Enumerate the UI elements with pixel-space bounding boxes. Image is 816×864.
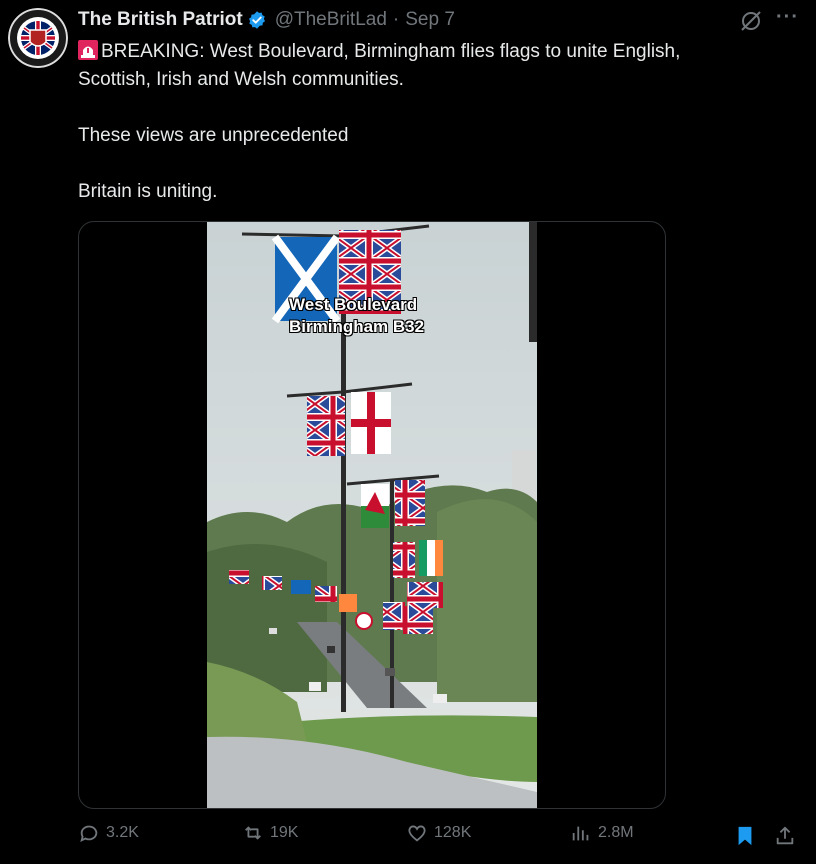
- reply-count: 3.2K: [106, 824, 139, 841]
- tweet-text: BREAKING: West Boulevard, Birmingham fli…: [78, 38, 778, 206]
- tweet-text-line-1: BREAKING: West Boulevard, Birmingham fli…: [101, 41, 681, 62]
- repost-icon: [245, 826, 261, 840]
- repost-count: 19K: [270, 824, 299, 841]
- video-overlay-line-1: West Boulevard: [289, 295, 418, 314]
- siren-icon: [78, 40, 98, 60]
- verified-badge-icon: [248, 11, 265, 29]
- video-overlay-line-2: Birmingham B32: [289, 317, 425, 336]
- more-options-button[interactable]: ···: [776, 6, 799, 29]
- like-count: 128K: [434, 824, 472, 841]
- repost-button[interactable]: 19K: [242, 822, 298, 844]
- video-overlay-caption: West Boulevard Birmingham B32: [289, 294, 424, 338]
- reply-button[interactable]: 3.2K: [78, 822, 139, 844]
- grok-icon[interactable]: [738, 8, 764, 34]
- bookmark-icon[interactable]: [734, 825, 756, 847]
- action-bar: 3.2K 19K 128K 2.8M: [78, 822, 798, 856]
- video-player[interactable]: West Boulevard Birmingham B32: [78, 221, 666, 809]
- handle[interactable]: @TheBritLad: [275, 9, 387, 31]
- reply-icon: [80, 825, 98, 843]
- tweet-header: The British Patriot @TheBritLad · Sep 7: [78, 8, 455, 32]
- tweet-text-line-2: Scottish, Irish and Welsh communities.: [78, 69, 404, 90]
- like-button[interactable]: 128K: [406, 822, 471, 844]
- display-name[interactable]: The British Patriot: [78, 9, 243, 31]
- avatar[interactable]: [8, 8, 68, 68]
- share-icon[interactable]: [774, 825, 796, 847]
- tweet-text-line-3: These views are unprecedented: [78, 125, 349, 146]
- views-button[interactable]: 2.8M: [570, 822, 634, 844]
- views-count: 2.8M: [598, 824, 634, 841]
- views-chart-icon: [572, 826, 589, 841]
- heart-icon: [408, 825, 426, 842]
- separator-dot: ·: [392, 9, 400, 30]
- tweet-text-line-4: Britain is uniting.: [78, 181, 218, 202]
- post-date[interactable]: Sep 7: [405, 9, 455, 31]
- avatar-logo-icon: [8, 8, 68, 68]
